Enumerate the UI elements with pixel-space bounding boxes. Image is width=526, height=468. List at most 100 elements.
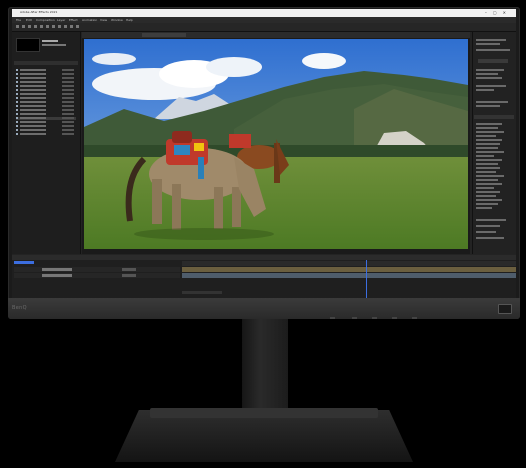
effects-list-item[interactable] [476,207,492,209]
hand-tool-icon[interactable] [28,25,31,28]
menu-composition[interactable]: Composition [36,18,55,22]
project-list-item[interactable] [16,85,76,88]
timeline-tabs[interactable] [12,255,516,260]
timeline-zoom-slider[interactable] [182,291,222,294]
composition-image [84,39,468,249]
project-list-item[interactable] [16,133,76,136]
selection-tool-icon[interactable] [22,25,25,28]
paragraph-panel-row [476,237,504,239]
tab-composition[interactable] [142,33,186,37]
info-panel-row [476,39,506,41]
playhead[interactable] [366,260,367,298]
project-list-item[interactable] [16,97,76,100]
monitor-brand-logo: BenQ [12,305,27,311]
effects-search-input[interactable] [474,115,514,119]
paragraph-panel-row [476,231,496,233]
preview-panel-row [476,69,504,71]
project-list-item[interactable] [16,81,76,84]
horse-landscape-photo [84,39,468,249]
effects-list-item[interactable] [476,135,496,137]
project-list-item[interactable] [16,121,76,124]
layer-mode-select[interactable] [122,268,136,271]
menu-edit[interactable]: Edit [26,18,32,22]
effects-list-item[interactable] [476,159,502,161]
monitor-button[interactable] [372,317,377,319]
project-list-item[interactable] [16,69,76,72]
brush-tool-icon[interactable] [76,25,79,28]
project-list-item[interactable] [16,93,76,96]
menu-animation[interactable]: Animation [82,18,97,22]
effects-list-item[interactable] [476,155,494,157]
project-list-item[interactable] [16,101,76,104]
paragraph-panel-row [476,219,506,221]
project-list-item[interactable] [16,125,76,128]
mask-tool-icon[interactable] [58,25,61,28]
menu-layer[interactable]: Layer [57,18,65,22]
project-item-details [42,44,66,46]
effects-list-item[interactable] [476,127,498,129]
project-list-item[interactable] [16,113,76,116]
project-list-item[interactable] [16,73,76,76]
effects-list-item[interactable] [476,147,498,149]
toolbar [12,23,516,32]
pen-tool-icon[interactable] [64,25,67,28]
monitor-button[interactable] [330,317,335,319]
monitor-chin [8,298,520,319]
composition-tabs[interactable] [82,32,470,38]
project-item-info [42,40,58,42]
project-list-item[interactable] [16,89,76,92]
effects-list-item[interactable] [476,195,496,197]
effects-list-item[interactable] [476,163,498,165]
effects-list-item[interactable] [476,183,502,185]
effects-list-item[interactable] [476,203,498,205]
effects-list-item[interactable] [476,139,502,141]
menu-view[interactable]: View [100,18,107,22]
preview-panel-row [476,77,502,79]
power-button[interactable] [498,304,512,314]
effects-list-item[interactable] [476,187,494,189]
effects-list-item[interactable] [476,123,502,125]
preview-panel-row [476,73,498,75]
project-list-item-selected[interactable] [16,117,76,120]
layer-row[interactable] [14,273,180,278]
monitor-button[interactable] [392,317,397,319]
info-panel-row [476,49,510,51]
project-list-item[interactable] [16,129,76,132]
project-list-item[interactable] [16,109,76,112]
effects-list-item[interactable] [476,131,504,133]
home-tool-icon[interactable] [16,25,19,28]
type-tool-icon[interactable] [70,25,73,28]
preview-panel-row [476,105,500,107]
preview-controls[interactable] [478,59,508,63]
effects-list-item[interactable] [476,179,498,181]
monitor-button[interactable] [412,317,417,319]
effects-list-item[interactable] [476,167,500,169]
effects-list-item[interactable] [476,143,500,145]
project-list-item[interactable] [16,105,76,108]
pan-tool-icon[interactable] [52,25,55,28]
effects-list-item[interactable] [476,171,496,173]
project-search-input[interactable] [14,61,78,65]
menu-help[interactable]: Help [126,18,133,22]
preview-panel-row [476,101,508,103]
effects-list-item[interactable] [476,199,502,201]
effects-list-item[interactable] [476,175,504,177]
monitor-button[interactable] [352,317,357,319]
effects-list-item[interactable] [476,191,500,193]
effects-list-item[interactable] [476,151,504,153]
layer-row[interactable] [14,267,180,272]
project-list-item[interactable] [16,77,76,80]
camera-tool-icon[interactable] [46,25,49,28]
layer-track-bar[interactable] [182,273,516,278]
timecode-display[interactable] [14,261,34,264]
timeline-ruler[interactable] [182,261,516,266]
menu-window[interactable]: Window [111,18,123,22]
rotate-tool-icon[interactable] [40,25,43,28]
layer-mode-select[interactable] [122,274,136,277]
layer-track-bar[interactable] [182,267,516,272]
menu-effect[interactable]: Effect [69,18,78,22]
project-thumbnail [16,38,40,52]
window-controls[interactable]: –▢✕ [485,10,512,15]
menu-file[interactable]: File [16,18,21,22]
zoom-tool-icon[interactable] [34,25,37,28]
